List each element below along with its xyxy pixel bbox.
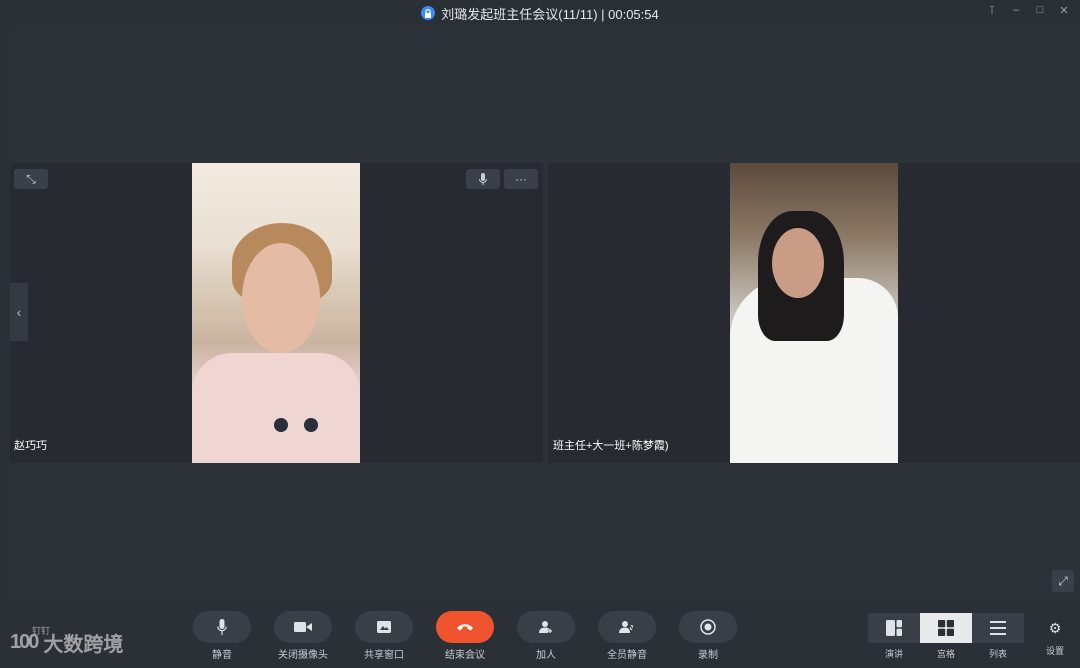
add-participant-button[interactable]: 加人 (506, 611, 586, 661)
microphone-icon (193, 611, 251, 643)
meeting-title: 刘璐发起班主任会议(11/11) | 00:05:54 (421, 4, 659, 23)
settings-button[interactable]: ⚙ 设置 (1040, 620, 1070, 657)
title-bar: 刘璐发起班主任会议(11/11) | 00:05:54 ⊺ – □ ✕ (0, 0, 1080, 26)
meeting-title-text: 刘璐发起班主任会议(11/11) | 00:05:54 (441, 6, 659, 22)
participant-tile[interactable]: ⤡ ··· 赵巧巧 (10, 163, 543, 463)
expand-icon[interactable]: ⤡ (14, 169, 48, 189)
lock-icon (421, 6, 436, 20)
maximize-icon[interactable]: □ (1034, 4, 1046, 17)
participant-name: 班主任+大一班+陈梦霞) (553, 440, 669, 452)
hang-up-icon (436, 611, 494, 643)
close-icon[interactable]: ✕ (1058, 4, 1070, 17)
more-options-icon[interactable]: ··· (504, 169, 538, 189)
previous-page-arrow-icon[interactable]: ‹ (10, 283, 28, 341)
list-view-label: 列表 (988, 649, 1007, 659)
list-view-icon[interactable] (972, 613, 1024, 643)
add-person-icon (517, 611, 575, 643)
grid-view-icon[interactable] (920, 613, 972, 643)
camera-off-button[interactable]: 关闭摄像头 (263, 611, 343, 661)
pin-icon[interactable]: ⊺ (986, 4, 998, 17)
speaker-view-label: 演讲 (884, 649, 903, 659)
end-meeting-button[interactable]: 结束会议 (425, 611, 505, 661)
share-window-button[interactable]: 共享窗口 (344, 611, 424, 661)
watermark: 100 钉钉 大数跨境 (10, 626, 124, 657)
view-mode-labels: 演讲 宫格 列表 (868, 647, 1024, 660)
mute-all-button[interactable]: 全员静音 (587, 611, 667, 661)
video-camera-icon (274, 611, 332, 643)
mute-button[interactable]: 静音 (182, 611, 262, 661)
watermark-small-text: 钉钉 (32, 626, 51, 636)
mute-all-icon (598, 611, 656, 643)
speaker-view-icon[interactable] (868, 613, 920, 643)
record-button[interactable]: 录制 (668, 611, 748, 661)
share-screen-icon (355, 611, 413, 643)
participant-video (730, 163, 898, 463)
participant-name: 赵巧巧 (14, 440, 47, 452)
minimize-icon[interactable]: – (1010, 4, 1022, 17)
fullscreen-icon[interactable]: ⤢ (1052, 570, 1074, 592)
view-mode-selector (868, 613, 1024, 643)
record-icon (679, 611, 737, 643)
participant-tile[interactable]: 班主任+大一班+陈梦霞) (548, 163, 1080, 463)
watermark-text: 大数跨境 (43, 634, 124, 656)
gear-icon: ⚙ (1048, 620, 1062, 636)
microphone-icon[interactable] (466, 169, 500, 189)
window-controls: ⊺ – □ ✕ (986, 4, 1070, 17)
participant-video (192, 163, 360, 463)
grid-view-label: 宫格 (936, 649, 955, 659)
